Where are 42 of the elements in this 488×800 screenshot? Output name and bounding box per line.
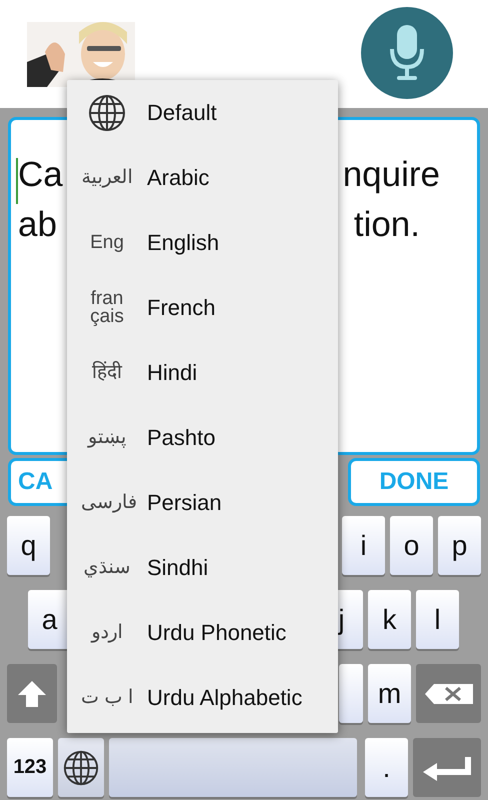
menu-item[interactable]: Hindi bbox=[147, 360, 198, 386]
return-arrow-icon bbox=[421, 754, 473, 780]
key[interactable]: l bbox=[416, 590, 459, 649]
key[interactable]: i bbox=[342, 516, 385, 575]
menu-item[interactable]: English bbox=[147, 230, 220, 256]
script-label: العربية bbox=[81, 168, 133, 186]
key[interactable]: k bbox=[368, 590, 411, 649]
backspace-key[interactable] bbox=[416, 664, 481, 723]
globe-icon bbox=[87, 92, 127, 132]
microphone-icon bbox=[390, 25, 424, 81]
text-cursor bbox=[16, 158, 18, 204]
backspace-icon bbox=[424, 682, 474, 704]
script-label: پښتو bbox=[86, 428, 127, 446]
input-text: tion. bbox=[354, 204, 420, 246]
enter-key[interactable] bbox=[413, 738, 481, 797]
script-label: हिंदी bbox=[91, 364, 124, 382]
shift-key[interactable] bbox=[7, 664, 57, 723]
number-key[interactable]: 123 bbox=[7, 738, 53, 797]
menu-item[interactable]: Default bbox=[147, 100, 217, 126]
script-label: ا ب ت bbox=[81, 688, 133, 706]
script-label: سنڌي bbox=[82, 558, 132, 576]
key[interactable]: q bbox=[7, 516, 50, 575]
key[interactable]: . bbox=[365, 738, 408, 797]
input-text: Ca bbox=[18, 154, 63, 196]
key[interactable]: m bbox=[368, 664, 411, 723]
input-text: nquire bbox=[342, 154, 440, 196]
menu-item[interactable]: Sindhi bbox=[147, 554, 208, 580]
menu-item[interactable]: Arabic bbox=[147, 164, 210, 190]
language-key[interactable] bbox=[58, 738, 104, 797]
globe-icon bbox=[62, 748, 100, 786]
menu-item[interactable]: Urdu Alphabetic bbox=[147, 684, 302, 710]
shift-arrow-icon bbox=[16, 678, 48, 708]
script-label: Eng bbox=[89, 234, 125, 252]
script-label: fran çais bbox=[89, 290, 125, 326]
script-label: اردو bbox=[90, 624, 124, 642]
menu-item[interactable]: Pashto bbox=[147, 424, 216, 450]
key[interactable]: p bbox=[438, 516, 481, 575]
menu-item[interactable]: Persian bbox=[147, 490, 222, 516]
menu-item[interactable]: French bbox=[147, 294, 216, 320]
menu-item[interactable]: Urdu Phonetic bbox=[147, 620, 286, 646]
key[interactable]: o bbox=[390, 516, 433, 575]
input-text: ab bbox=[18, 204, 57, 246]
